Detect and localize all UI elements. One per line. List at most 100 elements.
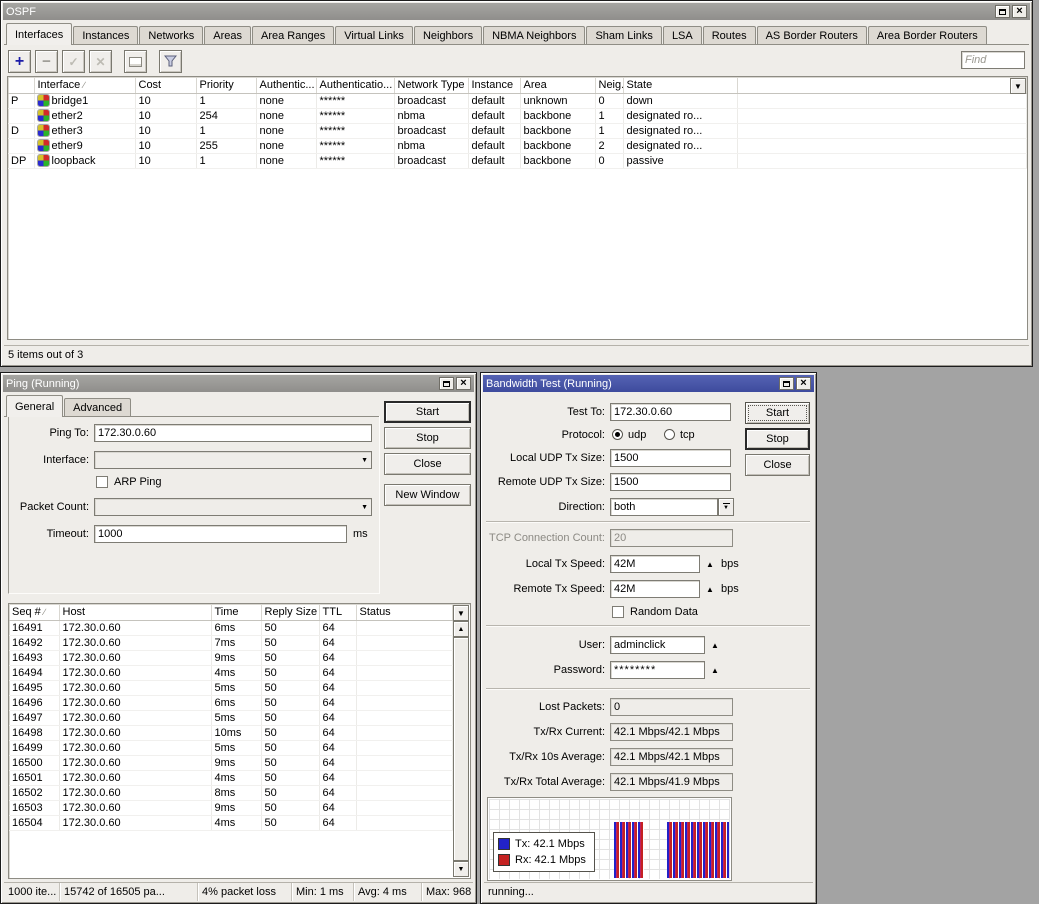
user-input[interactable]	[610, 636, 705, 654]
scroll-down-button[interactable]: ▼	[453, 861, 469, 877]
ping-header-filter-button[interactable]: ▼	[453, 605, 469, 621]
table-row[interactable]: 16493172.30.0.609ms5064	[9, 650, 454, 665]
maximize-icon[interactable]	[779, 377, 794, 390]
disable-button[interactable]: ✕	[89, 50, 112, 73]
arp-ping-checkbox[interactable]	[96, 476, 108, 488]
table-row[interactable]: 16502172.30.0.608ms5064	[9, 785, 454, 800]
tab-as-border-routers[interactable]: AS Border Routers	[757, 26, 867, 45]
scroll-up-button[interactable]: ▲	[453, 621, 469, 637]
table-row[interactable]: Dether3101none******broadcastdefaultback…	[8, 123, 1027, 138]
tab-lsa[interactable]: LSA	[663, 26, 702, 45]
column-header[interactable]: Interface∕	[34, 77, 135, 93]
table-row[interactable]: 16498172.30.0.6010ms5064	[9, 725, 454, 740]
interface-combo[interactable]: ▼	[94, 451, 372, 469]
spin-up-icon[interactable]: ▲	[706, 585, 714, 594]
local-tx-speed-input[interactable]	[610, 555, 700, 573]
maximize-icon[interactable]	[439, 377, 454, 390]
password-input[interactable]	[610, 661, 705, 679]
table-row[interactable]: 16497172.30.0.605ms5064	[9, 710, 454, 725]
tab-area-ranges[interactable]: Area Ranges	[252, 26, 334, 45]
column-header[interactable]: Priority	[196, 77, 256, 93]
tab-instances[interactable]: Instances	[73, 26, 138, 45]
close-button[interactable]: Close	[384, 453, 471, 475]
scrollbar-thumb[interactable]	[453, 637, 469, 861]
tab-nbma-neighbors[interactable]: NBMA Neighbors	[483, 26, 585, 45]
spin-up-icon[interactable]: ▲	[706, 560, 714, 569]
protocol-udp-radio[interactable]	[612, 429, 623, 440]
enable-button[interactable]: ✓	[62, 50, 85, 73]
stop-button[interactable]: Stop	[384, 427, 471, 449]
local-udp-size-input[interactable]	[610, 449, 731, 467]
column-header[interactable]: Instance	[468, 77, 520, 93]
column-header[interactable]: Time	[211, 604, 261, 620]
spin-up-icon[interactable]: ▲	[711, 641, 719, 650]
add-button[interactable]: +	[8, 50, 31, 73]
stop-button[interactable]: Stop	[745, 428, 810, 450]
table-row[interactable]: DPloopback101none******broadcastdefaultb…	[8, 153, 1027, 168]
ping-to-input[interactable]	[94, 424, 372, 442]
close-button[interactable]: Close	[745, 454, 810, 476]
find-input[interactable]	[961, 51, 1025, 69]
spin-up-icon[interactable]: ▲	[711, 666, 719, 675]
close-icon[interactable]: ×	[456, 377, 471, 390]
start-button[interactable]: Start	[384, 401, 471, 423]
column-header[interactable]: Neig...	[595, 77, 623, 93]
column-header[interactable]: State	[623, 77, 737, 93]
table-row[interactable]: 16496172.30.0.606ms5064	[9, 695, 454, 710]
filter-button[interactable]	[159, 50, 182, 73]
tab-areas[interactable]: Areas	[204, 26, 251, 45]
tab-virtual-links[interactable]: Virtual Links	[335, 26, 413, 45]
table-row[interactable]: 16494172.30.0.604ms5064	[9, 665, 454, 680]
test-to-input[interactable]	[610, 403, 731, 421]
column-header[interactable]: Seq #∕	[9, 604, 59, 620]
ospf-titlebar[interactable]: OSPF ×	[3, 3, 1030, 20]
tab-neighbors[interactable]: Neighbors	[414, 26, 482, 45]
maximize-icon[interactable]	[995, 5, 1010, 18]
column-header[interactable]: Status	[356, 604, 452, 620]
column-header[interactable]	[8, 77, 34, 93]
tab-general[interactable]: General	[6, 395, 63, 417]
tab-advanced[interactable]: Advanced	[64, 398, 131, 417]
tab-area-border-routers[interactable]: Area Border Routers	[868, 26, 987, 45]
table-row[interactable]: 16504172.30.0.604ms5064	[9, 815, 454, 830]
table-row[interactable]: 16492172.30.0.607ms5064	[9, 635, 454, 650]
close-icon[interactable]: ×	[1012, 5, 1027, 18]
table-row[interactable]: ether910255none******nbmadefaultbackbone…	[8, 138, 1027, 153]
column-header[interactable]: Cost	[135, 77, 196, 93]
column-header[interactable]: Authentic...	[256, 77, 316, 93]
random-data-checkbox[interactable]	[612, 606, 624, 618]
tab-routes[interactable]: Routes	[703, 26, 756, 45]
remote-udp-size-input[interactable]	[610, 473, 731, 491]
ospf-header-filter-button[interactable]: ▼	[1010, 78, 1026, 94]
column-header[interactable]: Authenticatio...	[316, 77, 394, 93]
ping-titlebar[interactable]: Ping (Running) ×	[3, 375, 474, 392]
table-row[interactable]: Pbridge1101none******broadcastdefaultunk…	[8, 93, 1027, 108]
table-row[interactable]: 16499172.30.0.605ms5064	[9, 740, 454, 755]
comment-button[interactable]	[124, 50, 147, 73]
column-header[interactable]: Host	[59, 604, 211, 620]
column-header[interactable]: Area	[520, 77, 595, 93]
ping-scrollbar[interactable]: ▲ ▼	[453, 621, 469, 877]
column-header[interactable]: TTL	[319, 604, 356, 620]
start-button[interactable]: Start	[745, 402, 810, 424]
table-row[interactable]: 16500172.30.0.609ms5064	[9, 755, 454, 770]
remove-button[interactable]: −	[35, 50, 58, 73]
direction-combo[interactable]: both	[610, 498, 718, 516]
tab-networks[interactable]: Networks	[139, 26, 203, 45]
table-row[interactable]: 16503172.30.0.609ms5064	[9, 800, 454, 815]
ospf-table-header[interactable]: Interface∕CostPriorityAuthentic...Authen…	[8, 77, 1027, 93]
new-window-button[interactable]: New Window	[384, 484, 471, 506]
bandwidth-titlebar[interactable]: Bandwidth Test (Running) ×	[483, 375, 814, 392]
column-header[interactable]: Network Type	[394, 77, 468, 93]
table-row[interactable]: 16495172.30.0.605ms5064	[9, 680, 454, 695]
direction-dropdown-button[interactable]: ▼	[718, 498, 734, 516]
packet-count-combo[interactable]: ▼	[94, 498, 372, 516]
table-row[interactable]: 16501172.30.0.604ms5064	[9, 770, 454, 785]
tab-sham-links[interactable]: Sham Links	[586, 26, 661, 45]
table-row[interactable]: 16491172.30.0.606ms5064	[9, 620, 454, 635]
table-row[interactable]: ether210254none******nbmadefaultbackbone…	[8, 108, 1027, 123]
tab-interfaces[interactable]: Interfaces	[6, 23, 72, 45]
protocol-tcp-radio[interactable]	[664, 429, 675, 440]
column-header[interactable]: Reply Size	[261, 604, 319, 620]
timeout-input[interactable]	[94, 525, 347, 543]
